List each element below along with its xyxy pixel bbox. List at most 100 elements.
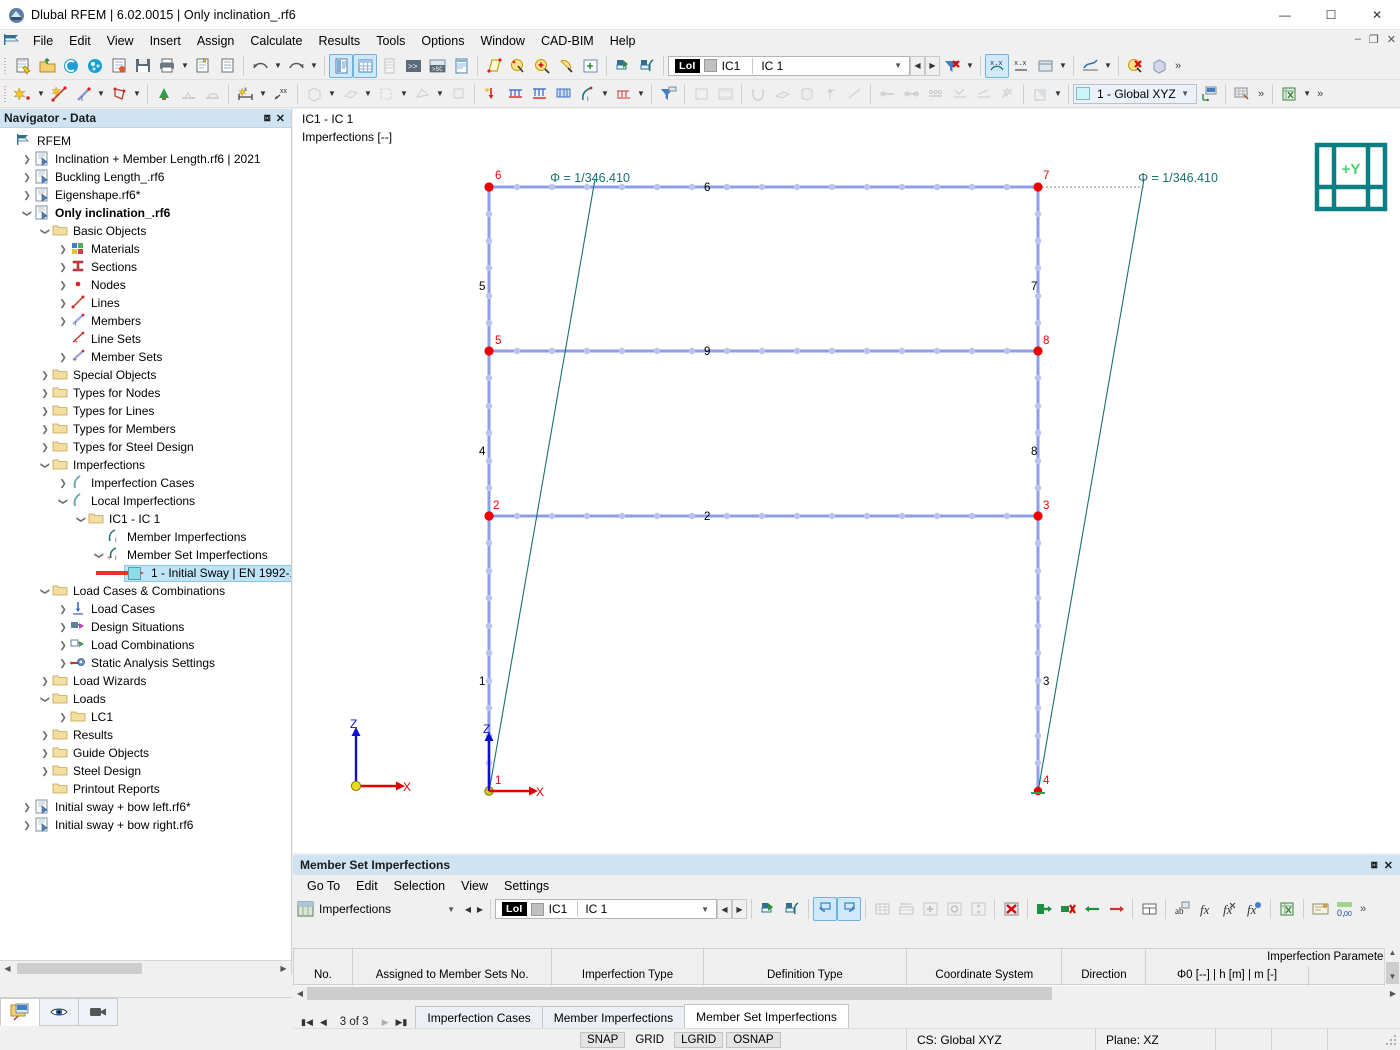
scroll-left-icon[interactable]: ◀ [0, 964, 15, 973]
model-info-icon[interactable] [107, 54, 131, 78]
print-icon[interactable] [155, 54, 179, 78]
model-check-icon[interactable] [1123, 54, 1147, 78]
table-menu-selection[interactable]: Selection [386, 877, 453, 895]
col-header-no[interactable]: No. [293, 965, 353, 985]
perspective-icon[interactable] [794, 82, 818, 106]
record-navigator[interactable]: ▮◀ ◀ 3 of 3 ▶ ▶▮ [293, 1016, 415, 1028]
plane-view-icon[interactable] [770, 82, 794, 106]
menu-item-window[interactable]: Window [472, 32, 532, 50]
table-case-prev-button[interactable]: ◀ [717, 899, 732, 919]
next-case-button[interactable]: ▶ [925, 55, 940, 76]
tree-item-sections[interactable]: ❯ Sections [0, 258, 291, 276]
result-diagram-icon[interactable] [1078, 54, 1102, 78]
tree-item-materials[interactable]: ❯ Materials [0, 240, 291, 258]
table-formula-view-icon[interactable]: fx [1242, 897, 1266, 921]
pan-icon[interactable] [554, 54, 578, 78]
document-icon[interactable] [215, 54, 239, 78]
table-hscroll-thumb[interactable] [307, 986, 1052, 1000]
tree-item-types-for-nodes[interactable]: ❯ Types for Nodes [0, 384, 291, 402]
navigator-tree[interactable]: RFEM ❯ Inclination + Member Length.rf6 | 2… [0, 128, 291, 960]
first-record-icon[interactable]: ▮◀ [299, 1017, 315, 1028]
tree-item-static-analysis-settings[interactable]: ❯ Static Analysis Settings [0, 654, 291, 672]
surface-load-icon[interactable] [551, 82, 575, 106]
delete-results-caret[interactable]: ▼ [964, 54, 976, 78]
table-case-chevron-icon[interactable]: ▼ [696, 905, 714, 914]
new-node-caret[interactable]: ▼ [35, 82, 47, 106]
move-view-icon[interactable] [818, 82, 842, 106]
chevron-right-icon[interactable]: ❯ [38, 748, 52, 759]
table-export-icon[interactable] [1032, 897, 1056, 921]
table-panel-close-icon[interactable]: ✕ [1384, 859, 1393, 872]
tree-item-inclination-member-length-rf6-2021[interactable]: ❯ Inclination + Member Length.rf6 | 2021 [0, 150, 291, 168]
table-print-preview-icon[interactable] [1308, 897, 1332, 921]
new-line-icon[interactable] [47, 82, 71, 106]
table-panel-float-icon[interactable]: ⧈ [1371, 859, 1378, 872]
tree-item-1-initial-sway-en-1992-1-1[interactable]: 1 - Initial Sway | EN 1992-1-1 [0, 564, 291, 582]
table-case-combo[interactable]: LoI IC1 IC 1 ▼ [495, 899, 717, 919]
filter-icon[interactable] [656, 82, 680, 106]
grid-button[interactable]: GRID [628, 1032, 671, 1048]
navigator-tab-display[interactable] [39, 998, 79, 1026]
imperfection-load-caret[interactable]: ▼ [599, 82, 611, 106]
snap-button[interactable]: SNAP [580, 1031, 626, 1048]
report-panel-icon[interactable] [449, 54, 473, 78]
show-hide-objects-icon[interactable] [578, 54, 602, 78]
undo-dropdown-caret[interactable]: ▼ [272, 54, 284, 78]
table-redo-icon[interactable] [837, 897, 861, 921]
edit-coordinate-system-icon[interactable] [1197, 82, 1221, 106]
chevron-right-icon[interactable]: ❯ [20, 820, 34, 831]
mdi-restore-button[interactable]: ❐ [1369, 33, 1379, 46]
chevron-right-icon[interactable]: ❯ [56, 244, 70, 255]
show-member-numbers-icon[interactable]: x.x [1009, 54, 1033, 78]
tree-item-types-for-members[interactable]: ❯ Types for Members [0, 420, 291, 438]
script-icon[interactable]: >SC [425, 54, 449, 78]
chevron-down-icon[interactable]: ❯ [40, 458, 51, 472]
navigator-close-icon[interactable]: ✕ [276, 112, 285, 125]
chevron-right-icon[interactable]: ❯ [20, 154, 34, 165]
table-add-row-icon[interactable] [918, 897, 942, 921]
line-view-icon[interactable] [842, 82, 866, 106]
chevron-right-icon[interactable]: ❯ [38, 766, 52, 777]
solid-tools-caret[interactable]: ▼ [398, 82, 410, 106]
chevron-right-icon[interactable]: ❯ [20, 172, 34, 183]
table-object-prev[interactable]: ◀ [462, 897, 474, 921]
resize-grip-icon[interactable] [1384, 1032, 1400, 1048]
hinge-triple-icon[interactable] [923, 82, 947, 106]
list-panel-icon[interactable] [377, 54, 401, 78]
tree-item-local-imperfections[interactable]: ❯ Local Imperfections [0, 492, 291, 510]
table-decimals-icon[interactable]: 0, 00 [1332, 897, 1356, 921]
view-window-icon[interactable] [689, 82, 713, 106]
cut-tools-icon[interactable] [446, 82, 470, 106]
extrude-icon[interactable] [302, 82, 326, 106]
next-record-icon[interactable]: ▶ [380, 1017, 391, 1028]
new-model-icon[interactable] [11, 54, 35, 78]
imperfection-load-icon[interactable]: I [575, 82, 599, 106]
table-import-left-icon[interactable] [1080, 897, 1104, 921]
prev-case-button[interactable]: ◀ [910, 55, 925, 76]
chevron-right-icon[interactable]: ❯ [56, 640, 70, 651]
chevron-right-icon[interactable]: ❯ [20, 190, 34, 201]
model-drawing[interactable]: Φ = 1/346.410 Φ = 1/346.410 6 7 5 8 2 3 … [293, 109, 1400, 853]
member-load-icon[interactable] [503, 82, 527, 106]
line-support-icon[interactable] [200, 82, 224, 106]
display-values-icon[interactable] [1033, 54, 1057, 78]
console-icon[interactable]: >> [401, 54, 425, 78]
table-delete-row-icon[interactable] [1056, 897, 1080, 921]
table-menu-view[interactable]: View [453, 877, 496, 895]
hinge-both-icon[interactable] [899, 82, 923, 106]
node-support-icon[interactable] [611, 54, 635, 78]
table-grid[interactable]: Imperfection Parameters No. Assigned to … [293, 948, 1400, 986]
redo-dropdown-caret[interactable]: ▼ [308, 54, 320, 78]
tree-item-results[interactable]: ❯ Results [0, 726, 291, 744]
table-scroll-right-icon[interactable]: ▶ [1386, 989, 1400, 998]
new-node-icon[interactable] [11, 82, 35, 106]
tree-item-lc1[interactable]: ❯ LC1 [0, 708, 291, 726]
undo-icon[interactable] [248, 54, 272, 78]
coordinate-system-combo[interactable]: 1 - Global XYZ ▼ [1073, 83, 1197, 104]
table-object-type-icon[interactable] [293, 897, 317, 921]
tree-item-member-imperfections[interactable]: I Member Imperfections [0, 528, 291, 546]
solid-tools-icon[interactable] [374, 82, 398, 106]
tree-item-load-combinations[interactable]: ❯ Load Combinations [0, 636, 291, 654]
scroll-right-icon[interactable]: ▶ [276, 964, 291, 973]
table-menu-goto[interactable]: Go To [299, 877, 348, 895]
